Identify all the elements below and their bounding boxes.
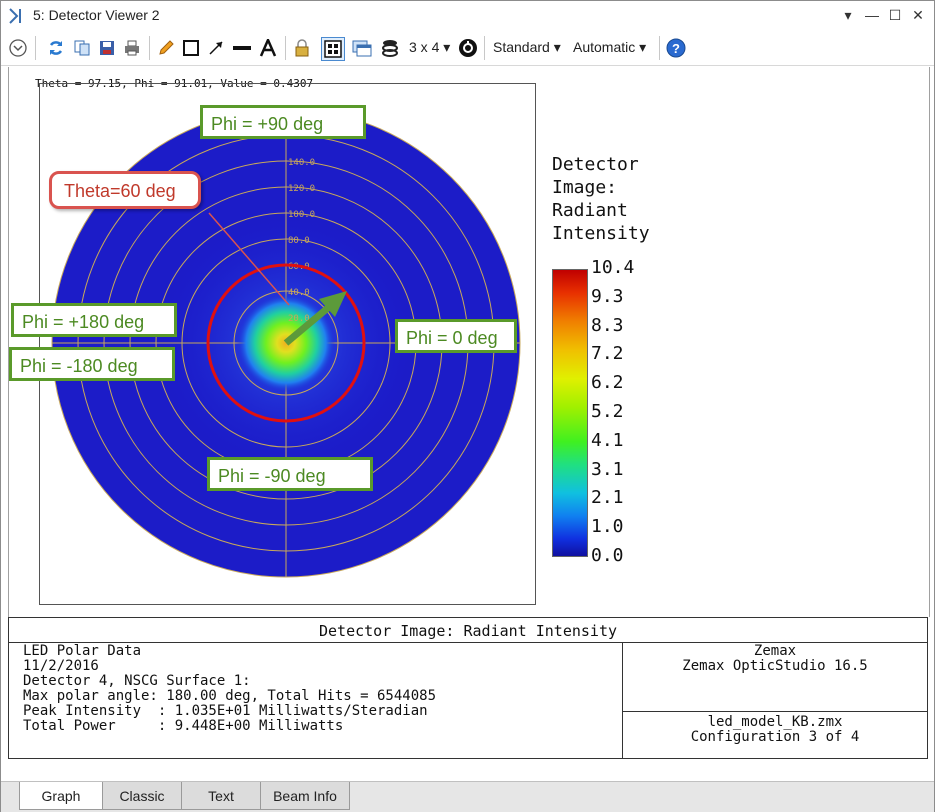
radial-tick-label: 100.0 <box>288 210 315 220</box>
arrow-icon[interactable] <box>205 37 227 59</box>
maximize-button[interactable]: ☐ <box>884 5 906 25</box>
refresh-icon[interactable] <box>45 37 67 59</box>
callout-phi-0[interactable]: Phi = 0 deg <box>395 319 517 353</box>
radial-tick-label: 80.0 <box>288 236 310 246</box>
callout-theta60[interactable]: Theta=60 deg <box>49 171 201 209</box>
grid-icon[interactable] <box>321 37 345 61</box>
layout-dropdown[interactable]: 3 x 4 ▾ <box>409 39 450 56</box>
color-scale-tick-label: 7.2 <box>591 343 624 365</box>
toolbar: 3 x 4 ▾ Standard ▾ Automatic ▾ ? <box>1 31 934 66</box>
pencil-icon[interactable] <box>155 37 177 59</box>
close-button[interactable]: ✕ <box>907 5 929 25</box>
color-scale-bar <box>552 269 588 557</box>
copy-icon[interactable] <box>71 37 93 59</box>
detector-viewer-window: 5: Detector Viewer 2 ▾ — ☐ ✕ 3 x 4 ▾ Sta… <box>0 0 935 812</box>
tab-beam-info[interactable]: Beam Info <box>260 782 350 810</box>
toolbar-separator <box>659 36 660 60</box>
info-product-box: Zemax Zemax OpticStudio 16.5 <box>622 642 927 712</box>
standard-dropdown[interactable]: Standard ▾ <box>493 39 561 56</box>
print-icon[interactable] <box>121 37 143 59</box>
toolbar-separator <box>484 36 485 60</box>
info-file-box: led_model_KB.zmx Configuration 3 of 4 <box>622 712 927 758</box>
radial-tick-label: 140.0 <box>288 158 315 168</box>
color-scale-tick-label: 6.2 <box>591 372 624 394</box>
color-scale-tick-label: 10.4 <box>591 257 635 278</box>
info-panel: Detector Image: Radiant Intensity LED Po… <box>8 617 928 759</box>
settings-icon[interactable] <box>457 37 479 59</box>
toolbar-separator <box>35 36 36 60</box>
tab-bar: Graph Classic Text Beam Info <box>1 781 934 812</box>
radial-tick-label: 120.0 <box>288 184 315 194</box>
info-company: Zemax <box>753 643 797 659</box>
info-file: led_model_KB.zmx <box>707 714 843 730</box>
color-scale-tick-label: 0.0 <box>591 545 624 566</box>
help-icon[interactable]: ? <box>665 37 687 59</box>
window-menu-button[interactable]: ▾ <box>837 5 859 25</box>
svg-text:?: ? <box>672 41 680 56</box>
text-icon[interactable] <box>257 37 279 59</box>
menu-dropdown-icon[interactable] <box>7 37 29 59</box>
callout-phi-pos180[interactable]: Phi = +180 deg <box>11 303 177 337</box>
callout-phi-neg180[interactable]: Phi = -180 deg <box>9 347 175 381</box>
callout-phi-neg90[interactable]: Phi = -90 deg <box>207 457 373 491</box>
legend-title: Detector Image: Radiant Intensity <box>552 153 650 245</box>
automatic-dropdown[interactable]: Automatic ▾ <box>573 39 646 56</box>
color-scale-tick-label: 1.0 <box>591 516 624 538</box>
radial-tick-label: 40.0 <box>288 288 310 298</box>
callout-phi-pos90[interactable]: Phi = +90 deg <box>200 105 366 139</box>
line-icon[interactable] <box>231 37 253 59</box>
info-details: LED Polar Data 11/2/2016 Detector 4, NSC… <box>23 643 437 734</box>
legend-title-line: Intensity <box>552 223 650 244</box>
standard-label: Standard <box>493 39 550 55</box>
legend-title-line: Radiant <box>552 200 628 221</box>
rectangle-icon[interactable] <box>180 37 202 59</box>
toolbar-separator <box>149 36 150 60</box>
legend-title-line: Image: <box>552 177 618 198</box>
minimize-button[interactable]: — <box>861 5 883 25</box>
tab-classic[interactable]: Classic <box>102 782 182 810</box>
color-scale-tick-label: 9.3 <box>591 285 624 307</box>
app-icon <box>9 8 21 24</box>
title-bar: 5: Detector Viewer 2 ▾ — ☐ ✕ <box>1 1 934 31</box>
tab-text[interactable]: Text <box>181 782 261 810</box>
color-scale-tick-label: 4.1 <box>591 429 624 451</box>
automatic-label: Automatic <box>573 39 636 55</box>
color-scale-tick-label: 8.3 <box>591 314 624 336</box>
tab-graph[interactable]: Graph <box>19 782 103 810</box>
save-icon[interactable] <box>96 37 118 59</box>
color-scale-tick-label: 3.1 <box>591 458 624 480</box>
lock-icon[interactable] <box>291 37 313 59</box>
info-title: Detector Image: Radiant Intensity <box>9 618 927 643</box>
toolbar-separator <box>285 36 286 60</box>
info-product: Zemax OpticStudio 16.5 <box>682 658 868 674</box>
window-icon[interactable] <box>351 37 373 59</box>
layers-icon[interactable] <box>379 37 401 59</box>
color-scale-tick-label: 2.1 <box>591 487 624 509</box>
layout-label: 3 x 4 <box>409 39 440 55</box>
info-config: Configuration 3 of 4 <box>690 729 860 745</box>
color-scale-tick-label: 5.2 <box>591 401 624 422</box>
legend-title-line: Detector <box>552 154 639 175</box>
window-title: 5: Detector Viewer 2 <box>33 7 160 23</box>
